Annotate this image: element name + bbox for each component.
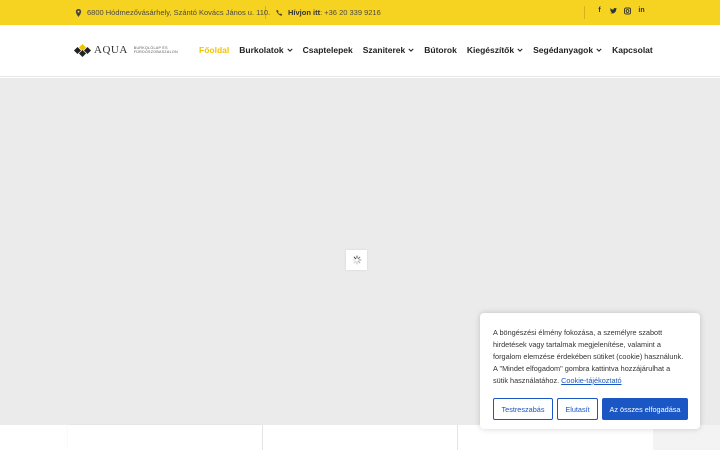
chevron-down-icon — [408, 48, 414, 52]
twitter-icon[interactable] — [610, 7, 617, 17]
cookie-consent-popup: A böngészési élmény fokozása, a személyr… — [480, 313, 700, 429]
nav-item-segedanyagok[interactable]: Segédanyagok — [533, 45, 602, 55]
logo-mark-icon — [73, 43, 92, 58]
cookie-message: A böngészési élmény fokozása, a személyr… — [493, 328, 684, 385]
customize-button[interactable]: Testreszabás — [493, 398, 553, 420]
site-logo[interactable]: AQUA BURKOLÓLAP ÉS FÜRDŐSZOBASZALON — [73, 43, 178, 58]
divider — [584, 6, 585, 19]
address-block: 6800 Hódmezővásárhely, Szántó Kovács Ján… — [75, 8, 270, 17]
nav-item-burkolatok[interactable]: Burkolatok — [239, 45, 293, 55]
loading-spinner — [346, 250, 367, 270]
feature-card — [263, 425, 458, 450]
phone-icon — [276, 9, 283, 16]
map-pin-icon — [75, 8, 82, 17]
feature-card — [0, 425, 68, 450]
phone-number[interactable]: : +36 20 339 9216 — [320, 8, 381, 17]
accept-all-button[interactable]: Az összes elfogadása — [602, 398, 688, 420]
logo-word: AQUA — [94, 44, 128, 56]
main-navigation: Főoldal Burkolatok Csaptelepek Szanitere… — [199, 45, 653, 55]
instagram-icon[interactable] — [624, 7, 631, 17]
chevron-down-icon — [596, 48, 602, 52]
nav-item-kapcsolat[interactable]: Kapcsolat — [612, 45, 653, 55]
nav-item-fooldal[interactable]: Főoldal — [199, 45, 229, 55]
facebook-icon[interactable]: f — [596, 7, 603, 17]
address-text: 6800 Hódmezővásárhely, Szántó Kovács Ján… — [87, 8, 271, 17]
chevron-down-icon — [287, 48, 293, 52]
social-links: f in — [596, 7, 645, 17]
cookie-buttons: Testreszabás Elutasít Az összes elfogadá… — [493, 398, 688, 420]
nav-item-szaniterek[interactable]: Szaniterek — [363, 45, 415, 55]
feature-card — [68, 425, 263, 450]
top-info-bar: 6800 Hódmezővásárhely, Szántó Kovács Ján… — [0, 0, 720, 25]
phone-label: Hívjon itt — [288, 8, 321, 17]
spinner-icon — [352, 255, 361, 265]
nav-item-kiegeszitok[interactable]: Kiegészítők — [467, 45, 523, 55]
divider — [265, 6, 266, 19]
reject-button[interactable]: Elutasít — [557, 398, 598, 420]
linkedin-icon[interactable]: in — [638, 7, 645, 17]
chevron-down-icon — [517, 48, 523, 52]
nav-item-butorok[interactable]: Bútorok — [424, 45, 457, 55]
cookie-policy-link[interactable]: Cookie-tájékoztató — [561, 376, 621, 385]
logo-subtitle: BURKOLÓLAP ÉS FÜRDŐSZOBASZALON — [133, 45, 178, 55]
site-header: AQUA BURKOLÓLAP ÉS FÜRDŐSZOBASZALON Főol… — [0, 25, 720, 77]
phone-block[interactable]: Hívjon itt: +36 20 339 9216 — [276, 8, 381, 17]
nav-item-csaptelepek[interactable]: Csaptelepek — [303, 45, 353, 55]
